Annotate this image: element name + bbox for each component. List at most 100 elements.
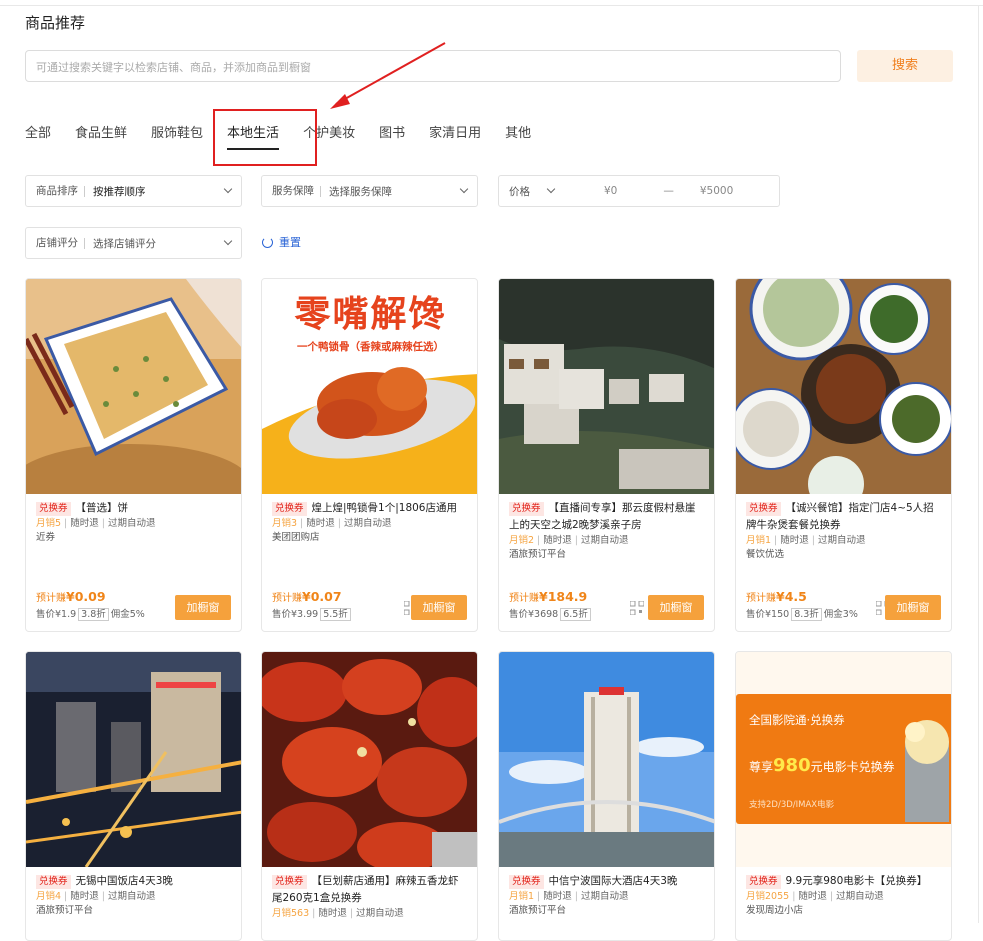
monthly-sales: 月销5 — [36, 518, 62, 529]
promo-subline: 一个鸭锁骨（香辣或麻辣任选） — [297, 341, 444, 353]
expiry-refund-policy: 过期自动退 — [356, 908, 404, 919]
price-label: 价格 — [509, 185, 530, 198]
product-card[interactable]: 兑换券 【普选】饼 月销5 | 随时退 | 过期自动退 近券 预计赚¥0.09 售价¥1.… — [25, 278, 242, 632]
sort-select[interactable]: 商品排序 按推荐顺序 — [25, 175, 242, 207]
product-image[interactable] — [262, 652, 477, 867]
commission-rate: 佣金3% — [823, 609, 858, 620]
product-title[interactable]: 中信宁波国际大酒店4天3晚 — [549, 875, 678, 887]
refund-policy: 随时退 — [780, 535, 809, 546]
sale-price: 售价¥3.99 — [272, 609, 319, 620]
reset-label: 重置 — [279, 236, 301, 249]
tab-other[interactable]: 其他 — [505, 122, 531, 148]
sale-price: 售价¥1.9 — [36, 609, 77, 620]
product-card[interactable]: 全国影院通·兑换券 尊享980元电影卡兑换券 支持2D/3D/IMAX电影 兑换… — [735, 651, 952, 941]
price-dash: — — [663, 185, 674, 197]
product-image[interactable] — [499, 279, 714, 494]
product-image[interactable] — [26, 652, 241, 867]
service-label: 服务保障 — [272, 185, 321, 197]
product-card[interactable]: 兑换券 中信宁波国际大酒店4天3晚 月销1 | 随时退 | 过期自动退 酒旅预订平台 — [498, 651, 715, 941]
page-title: 商品推荐 — [25, 14, 86, 32]
add-to-showcase-button[interactable]: 加橱窗 — [885, 595, 941, 620]
monthly-sales: 月销2055 — [746, 891, 790, 902]
tab-books[interactable]: 图书 — [379, 122, 405, 148]
add-to-showcase-button[interactable]: 加橱窗 — [411, 595, 467, 620]
shop-name: 酒旅预订平台 — [509, 549, 567, 560]
product-image[interactable]: 零嘴解馋 一个鸭锁骨（香辣或麻辣任选） — [262, 279, 477, 494]
discount-badge: 8.3折 — [791, 608, 822, 621]
product-image[interactable] — [26, 279, 241, 494]
monthly-sales: 月销4 — [36, 891, 62, 902]
sort-label: 商品排序 — [36, 185, 85, 197]
coupon-tag: 兑换券 — [746, 875, 781, 889]
tab-food-fresh[interactable]: 食品生鲜 — [75, 122, 127, 148]
top-divider — [0, 5, 983, 6]
product-card[interactable]: 兑换券 【巨划薪店通用】麻辣五香龙虾尾260克1盒兑换券 月销563 | 随时退 | 过期… — [261, 651, 478, 941]
annotation-arrow-icon — [330, 42, 446, 109]
refresh-icon — [262, 236, 273, 248]
chevron-down-icon — [223, 236, 233, 246]
movie-banner-format: 支持2D/3D/IMAX电影 — [749, 800, 835, 810]
expiry-refund-policy: 过期自动退 — [817, 535, 866, 546]
product-card[interactable]: 兑换券 【直播间专享】那云度假村悬崖上的天空之城2晚梦溪亲子房 月销2 | 随时退 | 过… — [498, 278, 715, 632]
chevron-down-icon — [223, 184, 233, 194]
refund-policy: 随时退 — [70, 891, 99, 902]
product-card[interactable]: 兑换券 【诚兴餐馆】指定门店4~5人招牌牛杂煲套餐兑换券 月销1 | 随时退 | 过期自动… — [735, 278, 952, 632]
refund-policy: 随时退 — [798, 891, 827, 902]
rating-label: 店铺评分 — [36, 237, 85, 249]
refund-policy: 随时退 — [543, 891, 572, 902]
annotation-highlight-box — [213, 109, 317, 166]
product-image[interactable]: 全国影院通·兑换券 尊享980元电影卡兑换券 支持2D/3D/IMAX电影 — [736, 652, 951, 867]
product-card[interactable]: 兑换券 无锡中国饭店4天3晚 月销4 | 随时退 | 过期自动退 酒旅预订平台 — [25, 651, 242, 941]
shop-name: 餐饮优选 — [746, 549, 785, 560]
qrcode-icon[interactable] — [630, 601, 644, 615]
coupon-tag: 兑换券 — [272, 502, 307, 516]
movie-banner-title: 全国影院通·兑换券 — [749, 713, 845, 727]
discount-badge: 5.5折 — [320, 608, 351, 621]
popcorn-icon — [905, 720, 949, 822]
expiry-refund-policy: 过期自动退 — [580, 535, 629, 546]
price-min-input[interactable]: ¥0 — [604, 185, 617, 197]
expiry-refund-policy: 过期自动退 — [107, 518, 156, 529]
product-image[interactable] — [499, 652, 714, 867]
monthly-sales: 月销563 — [272, 908, 310, 919]
shop-name: 酒旅预订平台 — [36, 905, 94, 916]
add-to-showcase-button[interactable]: 加橱窗 — [648, 595, 704, 620]
coupon-tag: 兑换券 — [746, 502, 781, 516]
service-select[interactable]: 服务保障 选择服务保障 — [261, 175, 478, 207]
price-max-input[interactable]: ¥5000 — [700, 185, 733, 197]
expiry-refund-policy: 过期自动退 — [343, 518, 392, 529]
refund-policy: 随时退 — [543, 535, 572, 546]
promo-headline: 零嘴解馋 — [294, 294, 447, 335]
discount-badge: 3.8折 — [78, 608, 109, 621]
refund-policy: 随时退 — [318, 908, 347, 919]
right-divider — [978, 5, 979, 923]
coupon-tag: 兑换券 — [509, 502, 544, 516]
price-filter[interactable]: 价格 ¥0 — ¥5000 — [498, 175, 780, 207]
tab-all[interactable]: 全部 — [25, 122, 51, 148]
sort-value: 按推荐顺序 — [93, 185, 146, 198]
coupon-tag: 兑换券 — [509, 875, 544, 889]
refund-policy: 随时退 — [306, 518, 335, 529]
monthly-sales: 月销2 — [509, 535, 535, 546]
tab-household[interactable]: 家清日用 — [429, 122, 481, 148]
shop-name: 酒旅预订平台 — [509, 905, 567, 916]
reset-button[interactable]: 重置 — [262, 234, 301, 250]
tab-apparel[interactable]: 服饰鞋包 — [151, 122, 203, 148]
product-title[interactable]: 9.9元享980电影卡【兑换券】 — [786, 875, 928, 887]
chevron-down-icon — [459, 184, 469, 194]
sale-price: 售价¥150 — [746, 609, 790, 620]
discount-badge: 6.5折 — [560, 608, 591, 621]
rating-select[interactable]: 店铺评分 选择店铺评分 — [25, 227, 242, 259]
coupon-tag: 兑换券 — [272, 875, 307, 889]
chevron-down-icon[interactable] — [546, 184, 556, 194]
product-title[interactable]: 【普选】饼 — [76, 502, 129, 514]
monthly-sales: 月销1 — [746, 535, 772, 546]
search-button[interactable]: 搜索 — [857, 50, 953, 82]
expiry-refund-policy: 过期自动退 — [107, 891, 156, 902]
add-to-showcase-button[interactable]: 加橱窗 — [175, 595, 231, 620]
product-title[interactable]: 煌上煌|鸭锁骨1个|1806店通用 — [312, 502, 457, 514]
product-title[interactable]: 无锡中国饭店4天3晚 — [76, 875, 173, 887]
product-image[interactable] — [736, 279, 951, 494]
expiry-refund-policy: 过期自动退 — [580, 891, 629, 902]
product-card[interactable]: 零嘴解馋 一个鸭锁骨（香辣或麻辣任选） 兑换券 煌上煌|鸭锁骨1个|1806店通用… — [261, 278, 478, 632]
